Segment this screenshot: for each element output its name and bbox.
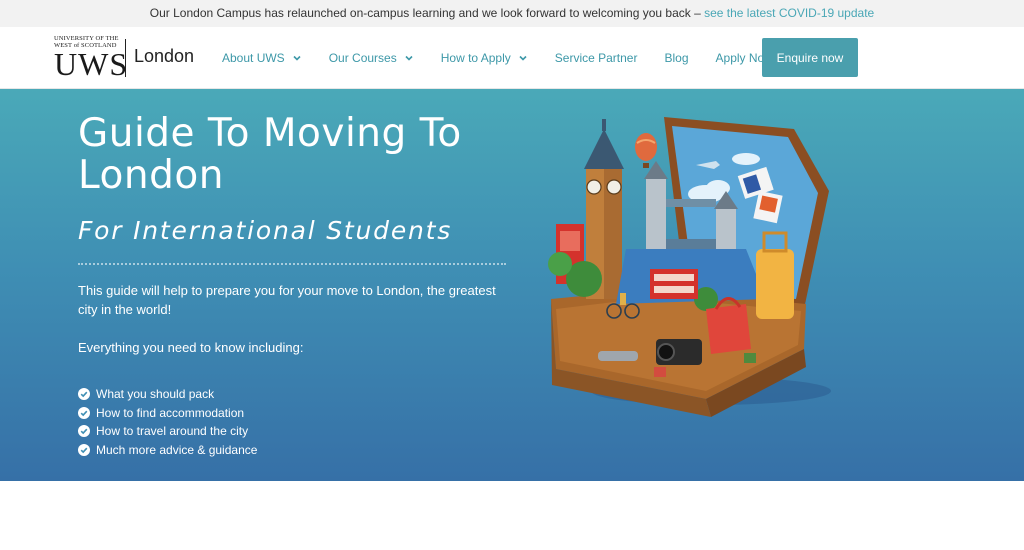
chevron-down-icon [293, 55, 301, 61]
page-subtitle: For International Students [78, 216, 453, 245]
nav-our-courses[interactable]: Our Courses [329, 51, 414, 65]
covid-notice-bar: Our London Campus has relaunched on-camp… [0, 0, 1024, 27]
hero-lead-text: Everything you need to know including: [78, 340, 304, 355]
nav-about-uws[interactable]: About UWS [222, 51, 302, 65]
uws-logo[interactable]: UNIVERSITY OF THE WEST of SCOTLAND UWS L… [54, 35, 194, 81]
check-circle-icon [78, 406, 90, 419]
logo-divider [125, 39, 126, 77]
guide-checklist: What you should pack How to find accommo… [78, 385, 257, 459]
main-nav: About UWS Our Courses How to Apply Servi… [222, 27, 800, 89]
hero-intro-text: This guide will help to prepare you for … [78, 283, 496, 317]
logo-city: London [134, 46, 195, 66]
logo-mark: UWS [54, 46, 129, 82]
list-item: What you should pack [78, 385, 257, 404]
list-item: Much more advice & guidance [78, 441, 257, 460]
chevron-down-icon [405, 55, 413, 61]
enquire-now-button[interactable]: Enquire now [762, 38, 858, 77]
list-item: How to travel around the city [78, 422, 257, 441]
nav-blog[interactable]: Blog [664, 51, 688, 65]
suitcase-london-illustration [548, 117, 831, 417]
notice-text: Our London Campus has relaunched on-camp… [149, 6, 701, 20]
nav-how-to-apply[interactable]: How to Apply [441, 51, 528, 65]
dotted-divider [78, 263, 506, 265]
covid-update-link[interactable]: see the latest COVID-19 update [704, 6, 874, 20]
site-header: UNIVERSITY OF THE WEST of SCOTLAND UWS L… [0, 27, 1024, 89]
check-circle-icon [78, 425, 90, 438]
list-item: How to find accommodation [78, 404, 257, 423]
page-title: Guide To Moving To London [78, 111, 462, 198]
chevron-down-icon [519, 55, 527, 61]
check-circle-icon [78, 388, 90, 401]
nav-service-partner[interactable]: Service Partner [555, 51, 638, 65]
hero-banner: Guide To Moving To London For Internatio… [0, 89, 1024, 481]
check-circle-icon [78, 443, 90, 456]
